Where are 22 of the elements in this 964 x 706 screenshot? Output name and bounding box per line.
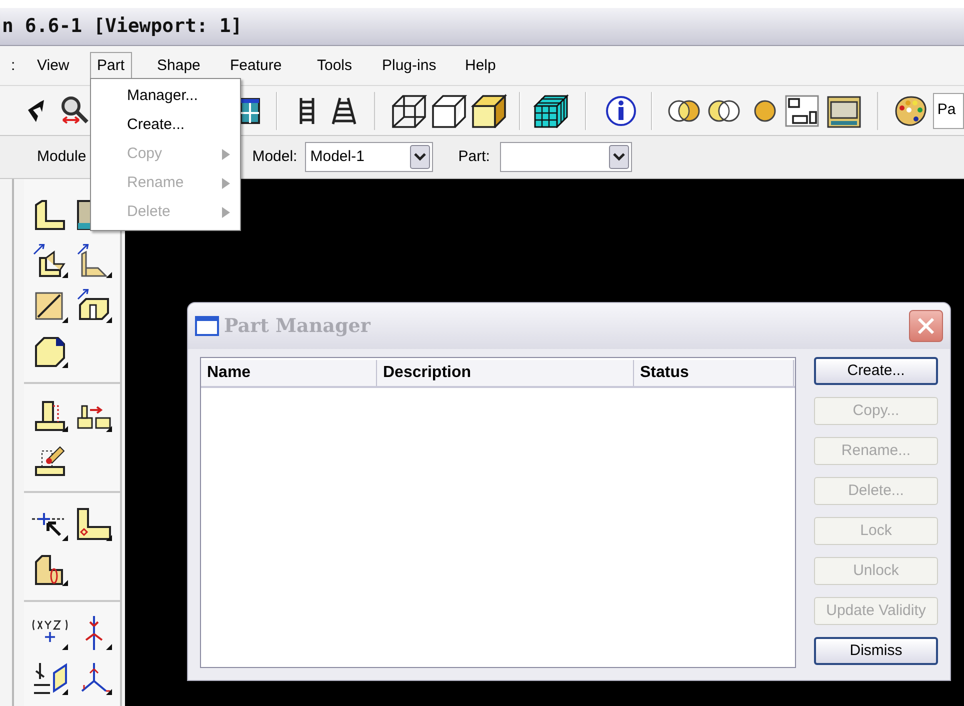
column-header[interactable]: Description xyxy=(377,360,634,386)
menu-item[interactable]: View xyxy=(30,52,76,80)
model-dropdown[interactable]: Model-1 xyxy=(305,142,434,172)
menu-item[interactable]: Help xyxy=(458,52,503,80)
menu-item[interactable]: : xyxy=(4,52,22,80)
dialog-button[interactable]: Dismiss xyxy=(814,637,938,665)
dialog-title: Part Manager xyxy=(224,314,370,339)
menu-item[interactable]: Manager... xyxy=(91,82,240,111)
toolbar-field[interactable]: Pa xyxy=(933,92,964,128)
model-label: Model: xyxy=(252,146,298,167)
menu-item[interactable]: Shape xyxy=(150,52,208,80)
module-label: Module xyxy=(37,146,86,167)
column-header[interactable]: Status xyxy=(634,360,794,386)
part-label: Part: xyxy=(458,146,490,167)
menu-item[interactable]: Part xyxy=(90,52,132,80)
menu-item[interactable]: Create... xyxy=(91,111,240,140)
menu-item[interactable]: Tools xyxy=(310,52,360,80)
column-header[interactable]: Name xyxy=(201,360,377,386)
menu-item[interactable]: Plug-ins xyxy=(375,52,444,80)
window-title: n 6.6-1 [Viewport: 1] xyxy=(2,14,242,40)
menu-item[interactable]: Feature xyxy=(223,52,289,80)
dialog-button[interactable]: Create... xyxy=(814,357,938,385)
